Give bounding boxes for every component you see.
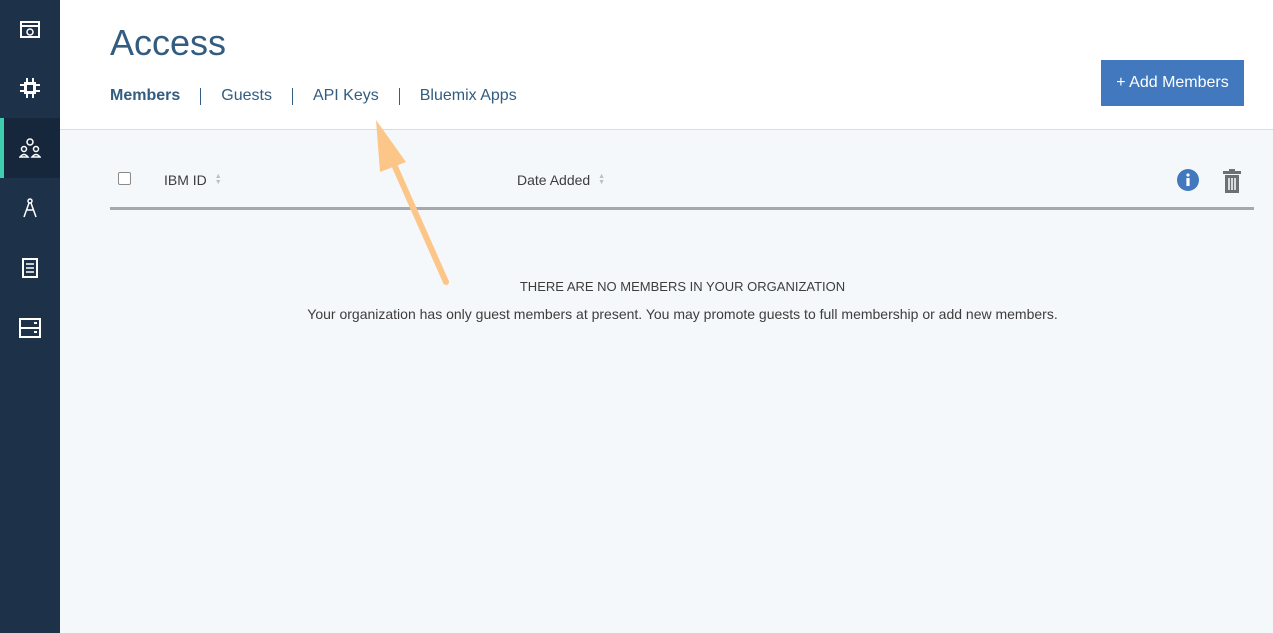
tab-members[interactable]: Members [110, 87, 180, 105]
tab-api-keys[interactable]: API Keys [313, 87, 379, 105]
select-all-checkbox[interactable] [118, 172, 131, 185]
sidebar-item-users[interactable] [0, 118, 60, 178]
info-icon[interactable] [1177, 169, 1199, 191]
members-table-header: IBM ID ▲ ▼ Date Added ▲ ▼ [110, 158, 1254, 210]
page-title: Access [110, 22, 227, 63]
column-label: IBM ID [164, 172, 207, 188]
dashboard-icon [20, 21, 40, 38]
column-ibm-id[interactable]: IBM ID ▲ ▼ [164, 172, 222, 188]
sidebar-item-chip[interactable] [0, 58, 60, 118]
storage-icon [19, 318, 41, 338]
sidebar [0, 0, 60, 633]
users-icon [19, 138, 41, 158]
tab-divider [291, 87, 293, 105]
page-header: Access Members Guests API Keys Bluemix A… [60, 0, 1273, 130]
tab-bluemix-apps[interactable]: Bluemix Apps [420, 87, 517, 105]
document-icon [22, 258, 38, 278]
tab-guests[interactable]: Guests [221, 87, 272, 105]
sort-icon: ▲ ▼ [214, 173, 222, 186]
sidebar-item-compass[interactable] [0, 178, 60, 238]
sort-icon: ▲ ▼ [598, 173, 606, 186]
chip-icon [20, 78, 40, 98]
sidebar-item-storage[interactable] [0, 298, 60, 358]
compass-icon [23, 198, 37, 218]
tab-bar: Members Guests API Keys Bluemix Apps [110, 87, 517, 105]
empty-state-title: THERE ARE NO MEMBERS IN YOUR ORGANIZATIO… [519, 279, 846, 294]
add-members-button[interactable]: + Add Members [1101, 60, 1244, 106]
tab-divider [200, 87, 202, 105]
trash-icon[interactable] [1222, 169, 1242, 193]
column-label: Date Added [517, 172, 591, 188]
sidebar-item-dashboard[interactable] [0, 0, 60, 60]
empty-state-description: Your organization has only guest members… [307, 306, 1058, 322]
tab-divider [398, 87, 400, 105]
sidebar-item-document[interactable] [0, 238, 60, 298]
column-date-added[interactable]: Date Added ▲ ▼ [517, 172, 605, 188]
